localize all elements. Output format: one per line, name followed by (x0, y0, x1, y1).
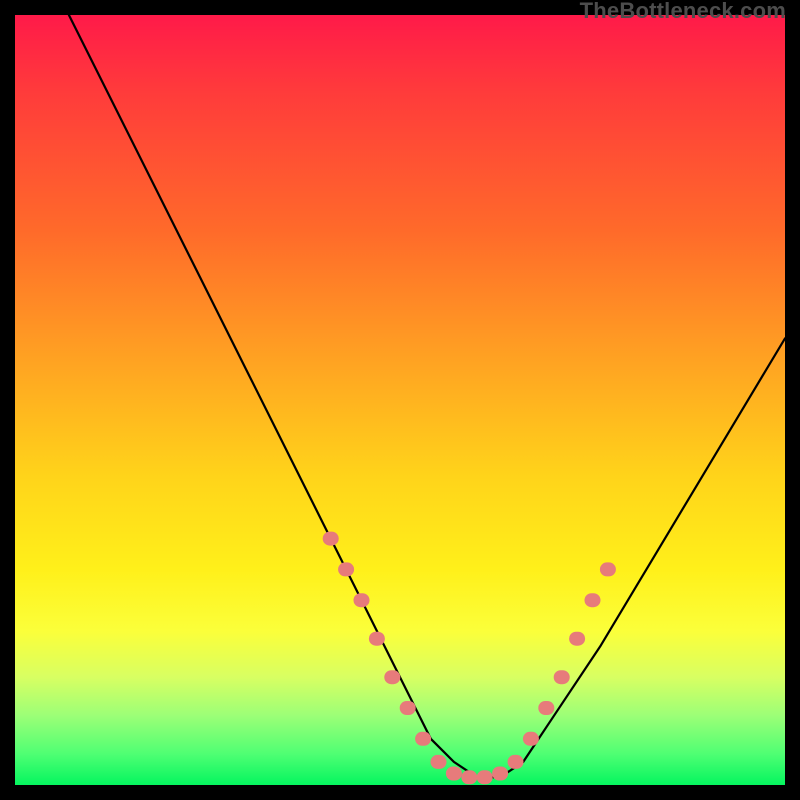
watermark-text: TheBottleneck.com (580, 0, 786, 24)
chart-background (15, 15, 785, 785)
